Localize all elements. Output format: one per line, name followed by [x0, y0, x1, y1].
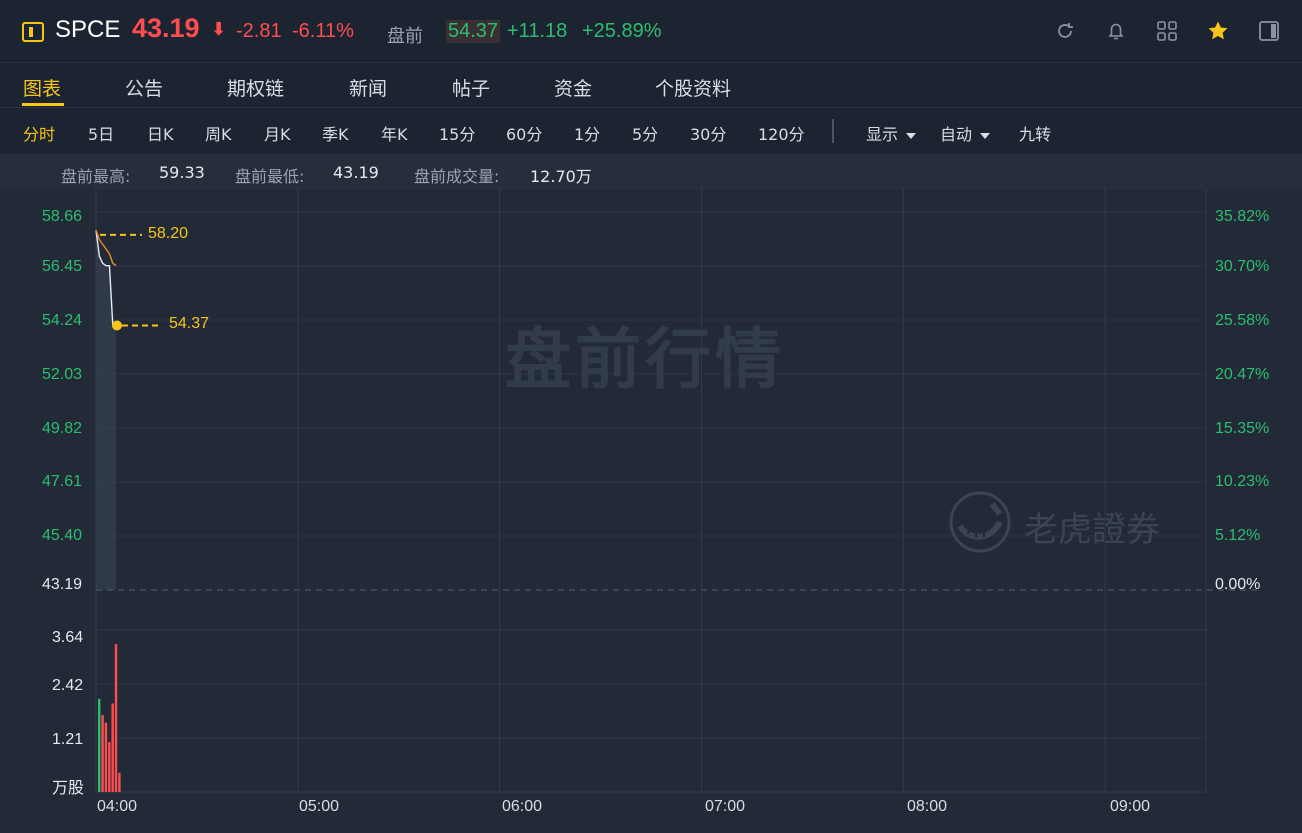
period-monthly[interactable]: 月K	[264, 121, 291, 145]
price-axis-label: 49.82	[42, 420, 83, 437]
side-panel-icon[interactable]	[1258, 20, 1280, 42]
premarket-change-percent: +25.89%	[582, 20, 662, 42]
period-weekly[interactable]: 周K	[205, 121, 232, 145]
time-axis-label: 07:00	[705, 798, 746, 815]
tab-posts[interactable]: 帖子	[452, 74, 490, 101]
volume-axis-label: 1.21	[52, 731, 84, 748]
price-axis-label: 47.61	[42, 473, 83, 490]
premarket-high-label: 盘前最高:	[61, 167, 131, 186]
volume-bar	[101, 715, 104, 792]
tab-capital-flow[interactable]: 资金	[554, 74, 592, 101]
percent-axis-label: 10.23%	[1215, 473, 1270, 490]
price-change-percent: -6.11%	[292, 20, 354, 42]
percent-axis-label: 15.35%	[1215, 420, 1270, 437]
stock-symbol: SPCE	[55, 16, 121, 43]
premarket-low-value: 43.19	[333, 163, 379, 182]
premarket-price: 54.37	[446, 20, 501, 43]
period-60min[interactable]: 60分	[506, 121, 542, 145]
volume-bar	[118, 772, 121, 792]
period-30min[interactable]: 30分	[690, 121, 726, 145]
price-axis-label: 58.66	[42, 208, 83, 225]
tab-news[interactable]: 新闻	[349, 74, 387, 101]
tab-announcements[interactable]: 公告	[125, 74, 163, 101]
premarket-volume-value: 12.70万	[530, 167, 592, 186]
last-price: 43.19	[132, 13, 200, 43]
volume-unit-label: 万股	[52, 780, 85, 797]
time-axis-label: 05:00	[299, 798, 340, 815]
stock-badge-icon	[22, 22, 44, 42]
auto-dropdown-label: 自动	[940, 125, 973, 144]
price-axis-label: 52.03	[42, 366, 83, 383]
chevron-down-icon	[906, 132, 917, 139]
volume-bar	[114, 644, 118, 792]
premarket-volume-label: 盘前成交量:	[414, 167, 500, 186]
toolbar-divider	[832, 119, 834, 143]
premarket-watermark: 盘前行情	[505, 321, 785, 398]
brand-watermark: 老虎證券	[948, 490, 1188, 554]
period-5day[interactable]: 5日	[88, 121, 114, 145]
volume-bar	[98, 698, 101, 792]
tab-profile[interactable]: 个股资料	[655, 74, 731, 101]
quote-header: SPCE 43.19 ⬇ -2.81 -6.11% 盘前 54.37 +11.1…	[0, 0, 1302, 62]
volume-bar	[104, 722, 108, 792]
premarket-change: +11.18	[507, 20, 568, 42]
period-daily[interactable]: 日K	[147, 121, 174, 145]
auto-dropdown[interactable]: 自动	[940, 121, 991, 145]
price-change: -2.81	[236, 20, 282, 42]
price-axis-label: 56.45	[42, 258, 83, 275]
star-icon[interactable]	[1207, 20, 1229, 42]
display-dropdown-label: 显示	[866, 125, 899, 144]
percent-axis-label: 5.12%	[1215, 527, 1261, 544]
volume-bar	[111, 703, 114, 792]
period-120min[interactable]: 120分	[758, 121, 805, 145]
period-15min[interactable]: 15分	[439, 121, 475, 145]
volume-axis-label: 3.64	[52, 629, 84, 646]
brand-name: 老虎證券	[1024, 510, 1160, 550]
main-tabs: 图表 公告 期权链 新闻 帖子 资金 个股资料	[0, 62, 1302, 108]
time-axis-label: 08:00	[907, 798, 948, 815]
price-axis-label: 54.24	[42, 312, 83, 329]
percent-axis-label: 30.70%	[1215, 258, 1270, 275]
percent-axis-label: 0.00%	[1215, 576, 1261, 593]
high-price-callout: 58.20	[148, 224, 189, 242]
volume-bar	[108, 741, 111, 792]
premarket-label: 盘前	[387, 26, 423, 47]
period-yearly[interactable]: 年K	[381, 121, 408, 145]
price-axis-label: 45.40	[42, 527, 83, 544]
price-area-fill	[96, 230, 117, 591]
intraday-chart[interactable]: 盘前行情 老虎證券 58.66 56.45 54.24 52.03 49.82 …	[0, 188, 1302, 833]
chart-period-toolbar: 分时 5日 日K 周K 月K 季K 年K 15分 60分 1分 5分 30分 1…	[0, 108, 1302, 154]
premarket-low-label: 盘前最低:	[235, 167, 305, 186]
grid-icon[interactable]	[1156, 20, 1178, 42]
display-dropdown[interactable]: 显示	[866, 121, 917, 145]
price-axis-label: 43.19	[42, 576, 83, 593]
last-price-callout: 54.37	[169, 315, 210, 333]
percent-axis-label: 35.82%	[1215, 208, 1270, 225]
refresh-icon[interactable]	[1054, 20, 1076, 42]
down-arrow-icon: ⬇	[211, 19, 227, 40]
period-5min[interactable]: 5分	[632, 121, 658, 145]
period-1min[interactable]: 1分	[574, 121, 600, 145]
premarket-stats: 盘前最高: 59.33 盘前最低: 43.19 盘前成交量: 12.70万	[0, 154, 1302, 188]
tab-chart[interactable]: 图表	[23, 74, 61, 101]
bell-icon[interactable]	[1105, 20, 1127, 42]
active-tab-indicator	[22, 103, 64, 106]
percent-axis-label: 20.47%	[1215, 366, 1270, 383]
nine-turn-toggle[interactable]: 九转	[1019, 121, 1051, 145]
last-price-dot	[112, 320, 122, 331]
time-axis-label: 04:00	[97, 798, 138, 815]
premarket-high-value: 59.33	[159, 163, 205, 182]
percent-axis-label: 25.58%	[1215, 312, 1270, 329]
period-intraday[interactable]: 分时	[23, 121, 55, 145]
time-axis-label: 06:00	[502, 798, 543, 815]
volume-axis-label: 2.42	[52, 677, 84, 694]
tab-options-chain[interactable]: 期权链	[227, 74, 284, 101]
period-quarterly[interactable]: 季K	[322, 121, 349, 145]
chevron-down-icon	[980, 132, 991, 139]
time-axis-label: 09:00	[1110, 798, 1151, 815]
tiger-logo-icon	[949, 491, 1011, 553]
